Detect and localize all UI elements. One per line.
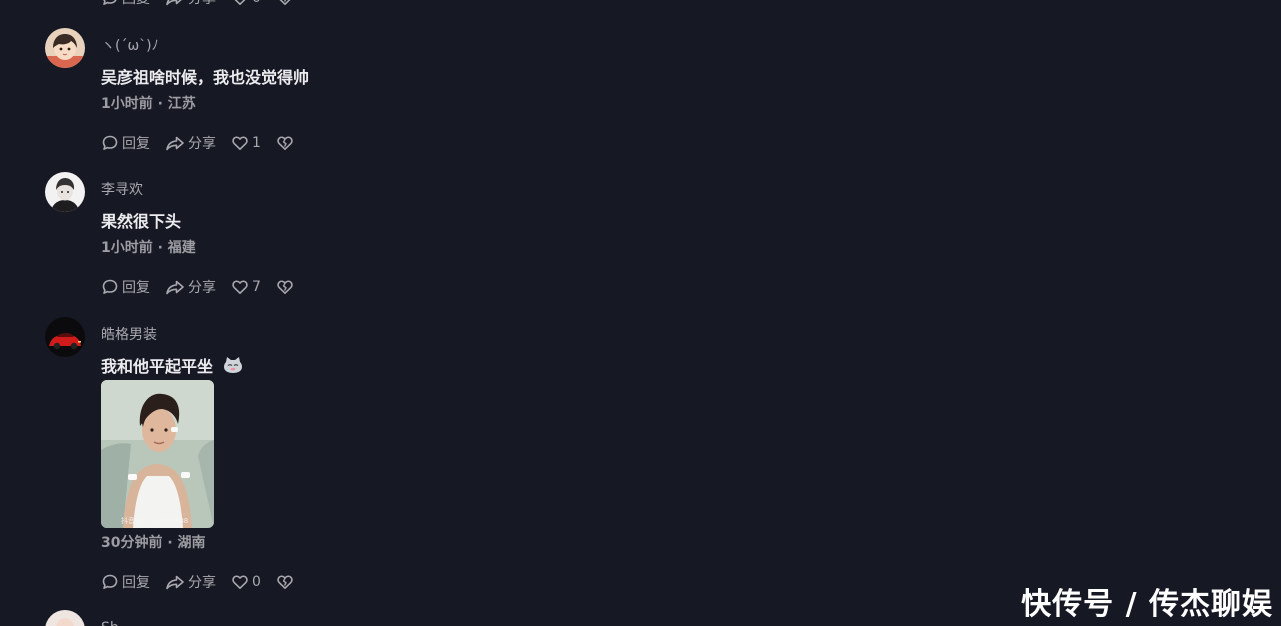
comment-photo[interactable]: 抖音号：mw888888 bbox=[101, 380, 214, 528]
avatar[interactable] bbox=[45, 28, 85, 68]
dislike-button[interactable] bbox=[276, 0, 297, 7]
share-icon bbox=[166, 136, 184, 151]
heart-icon bbox=[232, 575, 248, 589]
reply-label: 回复 bbox=[122, 575, 150, 591]
username[interactable]: 李寻欢 bbox=[101, 181, 143, 199]
broken-heart-icon bbox=[277, 136, 293, 150]
share-label: 分享 bbox=[188, 0, 216, 8]
previous-comment-actions: 回复 分享 0 bbox=[101, 0, 297, 8]
username[interactable]: 皓格男装 bbox=[101, 326, 157, 344]
reply-button[interactable]: 回复 bbox=[101, 0, 150, 8]
comment-meta: 30分钟前 · 湖南 bbox=[101, 535, 206, 551]
share-button[interactable]: 分享 bbox=[165, 0, 216, 8]
broken-heart-icon bbox=[277, 575, 293, 589]
reply-label: 回复 bbox=[122, 0, 150, 8]
dislike-button[interactable] bbox=[276, 573, 297, 591]
avatar[interactable] bbox=[45, 317, 85, 357]
comment-meta: 1小时前 · 江苏 bbox=[101, 96, 196, 112]
like-button[interactable]: 0 bbox=[231, 0, 261, 7]
like-count: 0 bbox=[252, 574, 261, 590]
dislike-button[interactable] bbox=[276, 278, 297, 296]
comment-actions: 回复 分享 7 bbox=[101, 277, 297, 297]
share-label: 分享 bbox=[188, 280, 216, 296]
reply-button[interactable]: 回复 bbox=[101, 133, 150, 153]
photo-watermark: 抖音号：mw888888 bbox=[121, 517, 189, 525]
heart-icon bbox=[232, 280, 248, 294]
heart-icon bbox=[232, 136, 248, 150]
reply-label: 回复 bbox=[122, 136, 150, 152]
reply-button[interactable]: 回复 bbox=[101, 277, 150, 297]
cat-emoji-icon bbox=[223, 357, 242, 373]
watermark-text: 快传号 / 传杰聊娱 bbox=[1021, 587, 1273, 622]
comment-icon bbox=[103, 0, 117, 5]
share-icon bbox=[166, 575, 184, 590]
like-count: 0 bbox=[252, 0, 261, 6]
like-button[interactable]: 1 bbox=[231, 134, 261, 152]
dislike-button[interactable] bbox=[276, 134, 297, 152]
comment-text: 我和他平起平坐 bbox=[101, 356, 243, 378]
username[interactable]: Sh bbox=[101, 619, 119, 626]
like-count: 1 bbox=[252, 135, 261, 151]
like-count: 7 bbox=[252, 279, 261, 295]
comment-actions: 回复 分享 1 bbox=[101, 133, 297, 153]
like-button[interactable]: 0 bbox=[231, 573, 261, 591]
heart-icon bbox=[234, 0, 246, 5]
avatar[interactable] bbox=[45, 610, 85, 626]
share-label: 分享 bbox=[188, 575, 216, 591]
share-button[interactable]: 分享 bbox=[165, 572, 216, 592]
comment-text: 吴彦祖啥时候，我也没觉得帅 bbox=[101, 68, 310, 87]
username[interactable]: ヽ(ˊωˋ)ﾉ bbox=[101, 37, 159, 55]
broken-heart-icon bbox=[277, 280, 293, 294]
like-button[interactable]: 7 bbox=[231, 278, 261, 296]
comment-text-content: 我和他平起平坐 bbox=[101, 357, 214, 376]
avatar[interactable] bbox=[45, 172, 85, 212]
reply-button[interactable]: 回复 bbox=[101, 572, 150, 592]
comment-icon bbox=[102, 135, 118, 150]
broken-heart-icon bbox=[279, 0, 291, 5]
comment-text: 果然很下头 bbox=[101, 212, 182, 231]
share-icon bbox=[166, 0, 182, 6]
share-icon bbox=[166, 280, 184, 295]
comment-icon bbox=[102, 574, 118, 589]
comment-actions: 回复 分享 0 bbox=[101, 572, 297, 592]
reply-label: 回复 bbox=[122, 280, 150, 296]
share-button[interactable]: 分享 bbox=[165, 133, 216, 153]
share-label: 分享 bbox=[188, 136, 216, 152]
comment-icon bbox=[102, 279, 118, 294]
share-button[interactable]: 分享 bbox=[165, 277, 216, 297]
comment-list-page: 回复 分享 0 ヽ(ˊωˋ)ﾉ 吴彦 bbox=[0, 0, 1281, 626]
comment-meta: 1小时前 · 福建 bbox=[101, 240, 196, 256]
